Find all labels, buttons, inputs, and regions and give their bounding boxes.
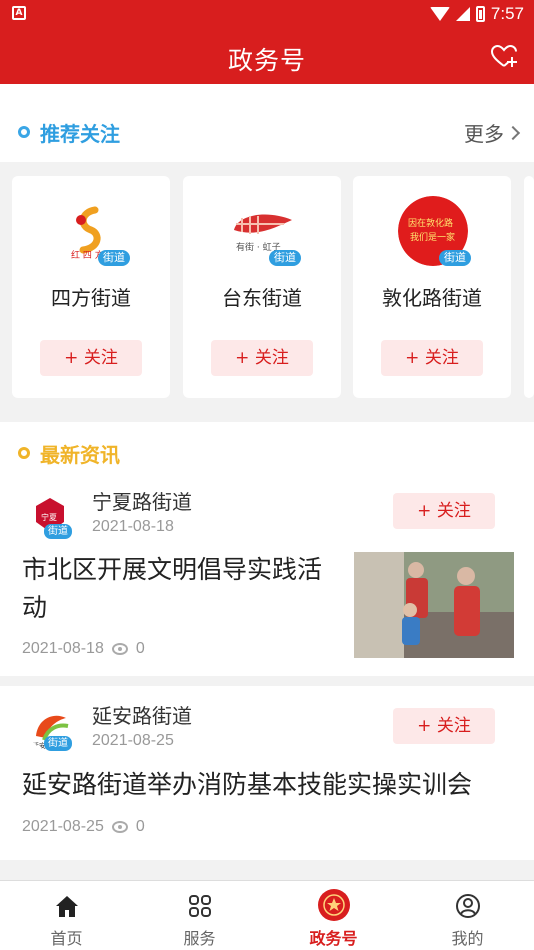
source-date: 2021-08-25 (92, 732, 174, 749)
view-count: 0 (135, 640, 145, 657)
recommended-section: 推荐关注 更多 红 四 方 街道 四方街道 + 关注 有街 · 虹子 街道 台东… (0, 84, 534, 410)
bottom-nav: 首页 服务 政务号 我的 (0, 880, 534, 950)
more-link[interactable]: 更多 (464, 118, 521, 147)
user-icon (455, 894, 480, 918)
news-thumbnail[interactable] (354, 552, 514, 658)
emblem-icon (317, 889, 350, 921)
news-headline[interactable]: 市北区开展文明倡导实践活动 (22, 551, 338, 627)
category-badge: 街道 (44, 736, 72, 751)
eye-icon (111, 643, 128, 655)
news-date: 2021-08-25 (22, 818, 104, 835)
category-badge: 街道 (439, 250, 471, 266)
nav-services-label: 服务 (183, 929, 216, 948)
svg-text:宁夏: 宁夏 (41, 512, 57, 522)
home-icon (55, 896, 78, 917)
status-time: 7:57 (490, 4, 524, 23)
signal-icon (455, 7, 470, 21)
status-bar: A 7:57 (0, 0, 534, 28)
rec-card[interactable]: 有街 · 虹子 街道 台东街道 + 关注 (183, 176, 341, 398)
follow-button[interactable]: + 关注 (393, 493, 495, 529)
page-title: 政务号 (227, 46, 306, 75)
app-bar: 政务号 (0, 28, 534, 84)
news-meta: 2021-08-25 0 (22, 818, 145, 836)
source-date: 2021-08-18 (92, 518, 174, 535)
news-section: 最新资讯 宁夏 街道 宁夏路街道 2021-08-18 + 关注 市北区开展文明… (0, 410, 534, 880)
org-name: 台东街道 (222, 286, 302, 310)
svg-text:因在敦化路: 因在敦化路 (408, 217, 453, 229)
svg-text:我们是一家: 我们是一家 (410, 231, 455, 243)
news-headline[interactable]: 延安路街道举办消防基本技能实操实训会 (22, 766, 522, 804)
eye-icon (111, 821, 128, 833)
more-label: 更多 (464, 122, 504, 146)
nav-home[interactable]: 首页 (0, 881, 133, 950)
nav-gov-accounts-label: 政务号 (309, 929, 358, 948)
recommended-header: 推荐关注 更多 (0, 84, 534, 162)
section-dot-icon (18, 126, 30, 138)
section-dot-icon (18, 447, 30, 459)
nav-home-label: 首页 (50, 929, 83, 948)
source-name: 宁夏路街道 (92, 490, 192, 514)
category-badge: 街道 (269, 250, 301, 266)
app-notification-icon: A (12, 6, 26, 20)
source-name: 延安路街道 (92, 704, 192, 728)
news-item[interactable]: 延安 街道 延安路街道 2021-08-25 + 关注 延安路街道举办消防基本技… (0, 686, 534, 860)
nav-services[interactable]: 服务 (133, 881, 266, 950)
org-name: 敦化路街道 (382, 286, 482, 310)
news-date: 2021-08-18 (22, 640, 104, 657)
nav-profile[interactable]: 我的 (401, 881, 534, 950)
news-item[interactable]: 宁夏 街道 宁夏路街道 2021-08-18 + 关注 市北区开展文明倡导实践活… (0, 484, 534, 676)
rec-card[interactable]: 因在敦化路 我们是一家 街道 敦化路街道 + 关注 (353, 176, 511, 398)
recommended-title: 推荐关注 (40, 122, 120, 146)
rec-card[interactable]: 红 四 方 街道 四方街道 + 关注 (12, 176, 170, 398)
category-badge: 街道 (44, 524, 72, 539)
follow-button[interactable]: + 关注 (211, 340, 313, 376)
nav-profile-label: 我的 (451, 929, 484, 948)
rec-card-partial[interactable] (524, 176, 534, 398)
nav-gov-accounts[interactable]: 政务号 (267, 881, 400, 950)
view-count: 0 (135, 818, 145, 835)
follow-button[interactable]: + 关注 (40, 340, 142, 376)
status-icons: 7:57 (429, 3, 524, 25)
news-header: 最新资讯 (0, 422, 534, 484)
news-meta: 2021-08-18 0 (22, 640, 145, 658)
org-name: 四方街道 (51, 286, 131, 310)
category-badge: 街道 (98, 250, 130, 266)
follow-button[interactable]: + 关注 (381, 340, 483, 376)
chevron-right-icon (505, 125, 521, 140)
follow-button[interactable]: + 关注 (393, 708, 495, 744)
wifi-icon (429, 7, 450, 21)
heart-plus-icon[interactable] (490, 44, 518, 68)
news-title: 最新资讯 (40, 443, 120, 467)
recommended-list[interactable]: 红 四 方 街道 四方街道 + 关注 有街 · 虹子 街道 台东街道 + 关注 (0, 162, 534, 410)
grid-icon (188, 895, 211, 917)
battery-icon (475, 6, 485, 22)
